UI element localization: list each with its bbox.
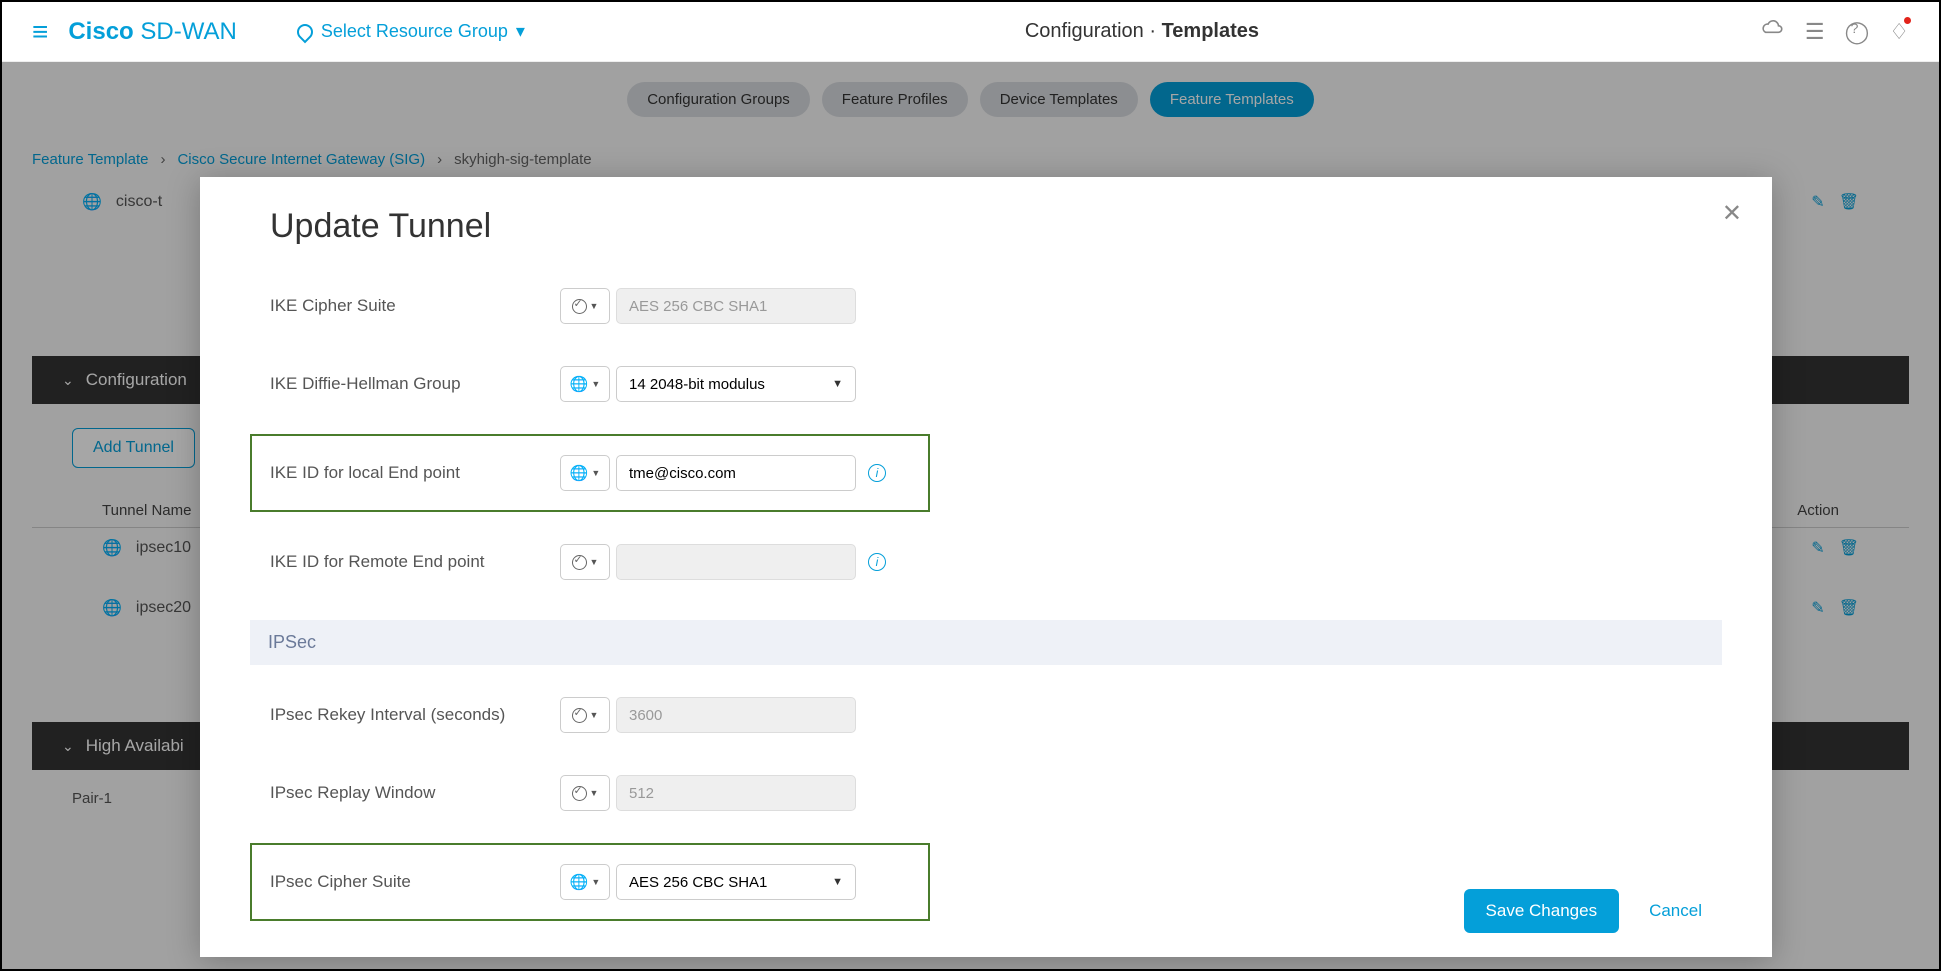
row-ike-dh: IKE Diffie-Hellman Group 🌐▼ 14 2048-bit … — [270, 364, 1702, 404]
brand-logo: Cisco SD-WAN — [68, 18, 236, 46]
modal-title: Update Tunnel — [270, 207, 1702, 246]
caret-down-icon: ▼ — [590, 301, 599, 311]
menu-icon[interactable]: ≡ — [32, 16, 48, 48]
row-ipsec-cipher-highlighted: IPsec Cipher Suite 🌐▼ AES 256 CBC SHA1▼ — [250, 843, 930, 921]
globe-icon: 🌐 — [570, 464, 589, 482]
ipsec-replay-field: 512 — [616, 775, 856, 811]
notifications-icon[interactable]: ♢ — [1889, 19, 1909, 45]
header-actions: ☰ ◯? ♢ — [1759, 16, 1909, 48]
caret-down-icon: ▼ — [591, 877, 600, 887]
info-icon[interactable]: i — [868, 553, 886, 571]
ike-dh-label: IKE Diffie-Hellman Group — [270, 374, 560, 394]
update-tunnel-modal: ✕ Update Tunnel IKE Cipher Suite ▼ AES 2… — [200, 177, 1772, 957]
scope-selector[interactable]: 🌐▼ — [560, 455, 610, 491]
ike-dh-value: 14 2048-bit modulus — [629, 376, 765, 393]
cancel-button[interactable]: Cancel — [1649, 901, 1702, 921]
caret-down-icon: ▼ — [591, 379, 600, 389]
cloud-icon[interactable] — [1759, 16, 1785, 48]
brand-bold: Cisco — [68, 18, 133, 45]
ipsec-section-header: IPSec — [250, 620, 1722, 665]
caret-down-icon: ▼ — [590, 788, 599, 798]
ike-cipher-field: AES 256 CBC SHA1 — [616, 288, 856, 324]
scope-selector[interactable]: ▼ — [560, 288, 610, 324]
ipsec-replay-label: IPsec Replay Window — [270, 783, 560, 803]
check-icon — [572, 786, 587, 801]
title-section: Configuration — [1025, 20, 1144, 42]
ipsec-rekey-field: 3600 — [616, 697, 856, 733]
page-title: Configuration · Templates — [525, 20, 1759, 43]
pin-icon — [293, 20, 316, 43]
globe-icon: 🌐 — [570, 375, 589, 393]
ipsec-cipher-value: AES 256 CBC SHA1 — [629, 874, 767, 891]
row-ike-local-highlighted: IKE ID for local End point 🌐▼ tme@cisco.… — [250, 434, 930, 512]
ike-local-label: IKE ID for local End point — [270, 463, 560, 483]
row-ike-cipher: IKE Cipher Suite ▼ AES 256 CBC SHA1 — [270, 286, 1702, 326]
scope-selector[interactable]: 🌐▼ — [560, 366, 610, 402]
ike-cipher-label: IKE Cipher Suite — [270, 296, 560, 316]
help-icon[interactable]: ◯? — [1845, 19, 1870, 45]
resource-group-selector[interactable]: Select Resource Group ▾ — [297, 21, 525, 42]
close-icon[interactable]: ✕ — [1722, 199, 1742, 228]
ike-local-field[interactable]: tme@cisco.com — [616, 455, 856, 491]
scope-selector[interactable]: 🌐▼ — [560, 864, 610, 900]
chevron-down-icon: ▼ — [832, 876, 843, 888]
check-icon — [572, 555, 587, 570]
brand-thin: SD-WAN — [140, 18, 236, 45]
notification-dot — [1904, 17, 1911, 24]
modal-actions: Save Changes Cancel — [1464, 889, 1702, 933]
row-ike-remote: IKE ID for Remote End point ▼ i — [270, 542, 1702, 582]
globe-icon: 🌐 — [570, 873, 589, 891]
app-header: ≡ Cisco SD-WAN Select Resource Group ▾ Co… — [2, 2, 1939, 62]
row-ipsec-rekey: IPsec Rekey Interval (seconds) ▼ 3600 — [270, 695, 1702, 735]
save-changes-button[interactable]: Save Changes — [1464, 889, 1620, 933]
caret-down-icon: ▼ — [591, 468, 600, 478]
chevron-down-icon: ▾ — [516, 21, 525, 42]
scope-selector[interactable]: ▼ — [560, 775, 610, 811]
caret-down-icon: ▼ — [590, 710, 599, 720]
tasks-icon[interactable]: ☰ — [1805, 19, 1825, 45]
title-page: Templates — [1162, 20, 1259, 42]
ipsec-rekey-label: IPsec Rekey Interval (seconds) — [270, 705, 560, 725]
ike-remote-field — [616, 544, 856, 580]
ipsec-cipher-label: IPsec Cipher Suite — [270, 872, 560, 892]
scope-selector[interactable]: ▼ — [560, 697, 610, 733]
check-icon — [572, 708, 587, 723]
caret-down-icon: ▼ — [590, 557, 599, 567]
check-icon — [572, 299, 587, 314]
ike-dh-field[interactable]: 14 2048-bit modulus ▼ — [616, 366, 856, 402]
resource-group-label: Select Resource Group — [321, 21, 508, 42]
ike-remote-label: IKE ID for Remote End point — [270, 552, 560, 572]
row-ipsec-replay: IPsec Replay Window ▼ 512 — [270, 773, 1702, 813]
ipsec-cipher-field[interactable]: AES 256 CBC SHA1 ▼ — [616, 864, 856, 900]
chevron-down-icon: ▼ — [832, 378, 843, 390]
info-icon[interactable]: i — [868, 464, 886, 482]
scope-selector[interactable]: ▼ — [560, 544, 610, 580]
